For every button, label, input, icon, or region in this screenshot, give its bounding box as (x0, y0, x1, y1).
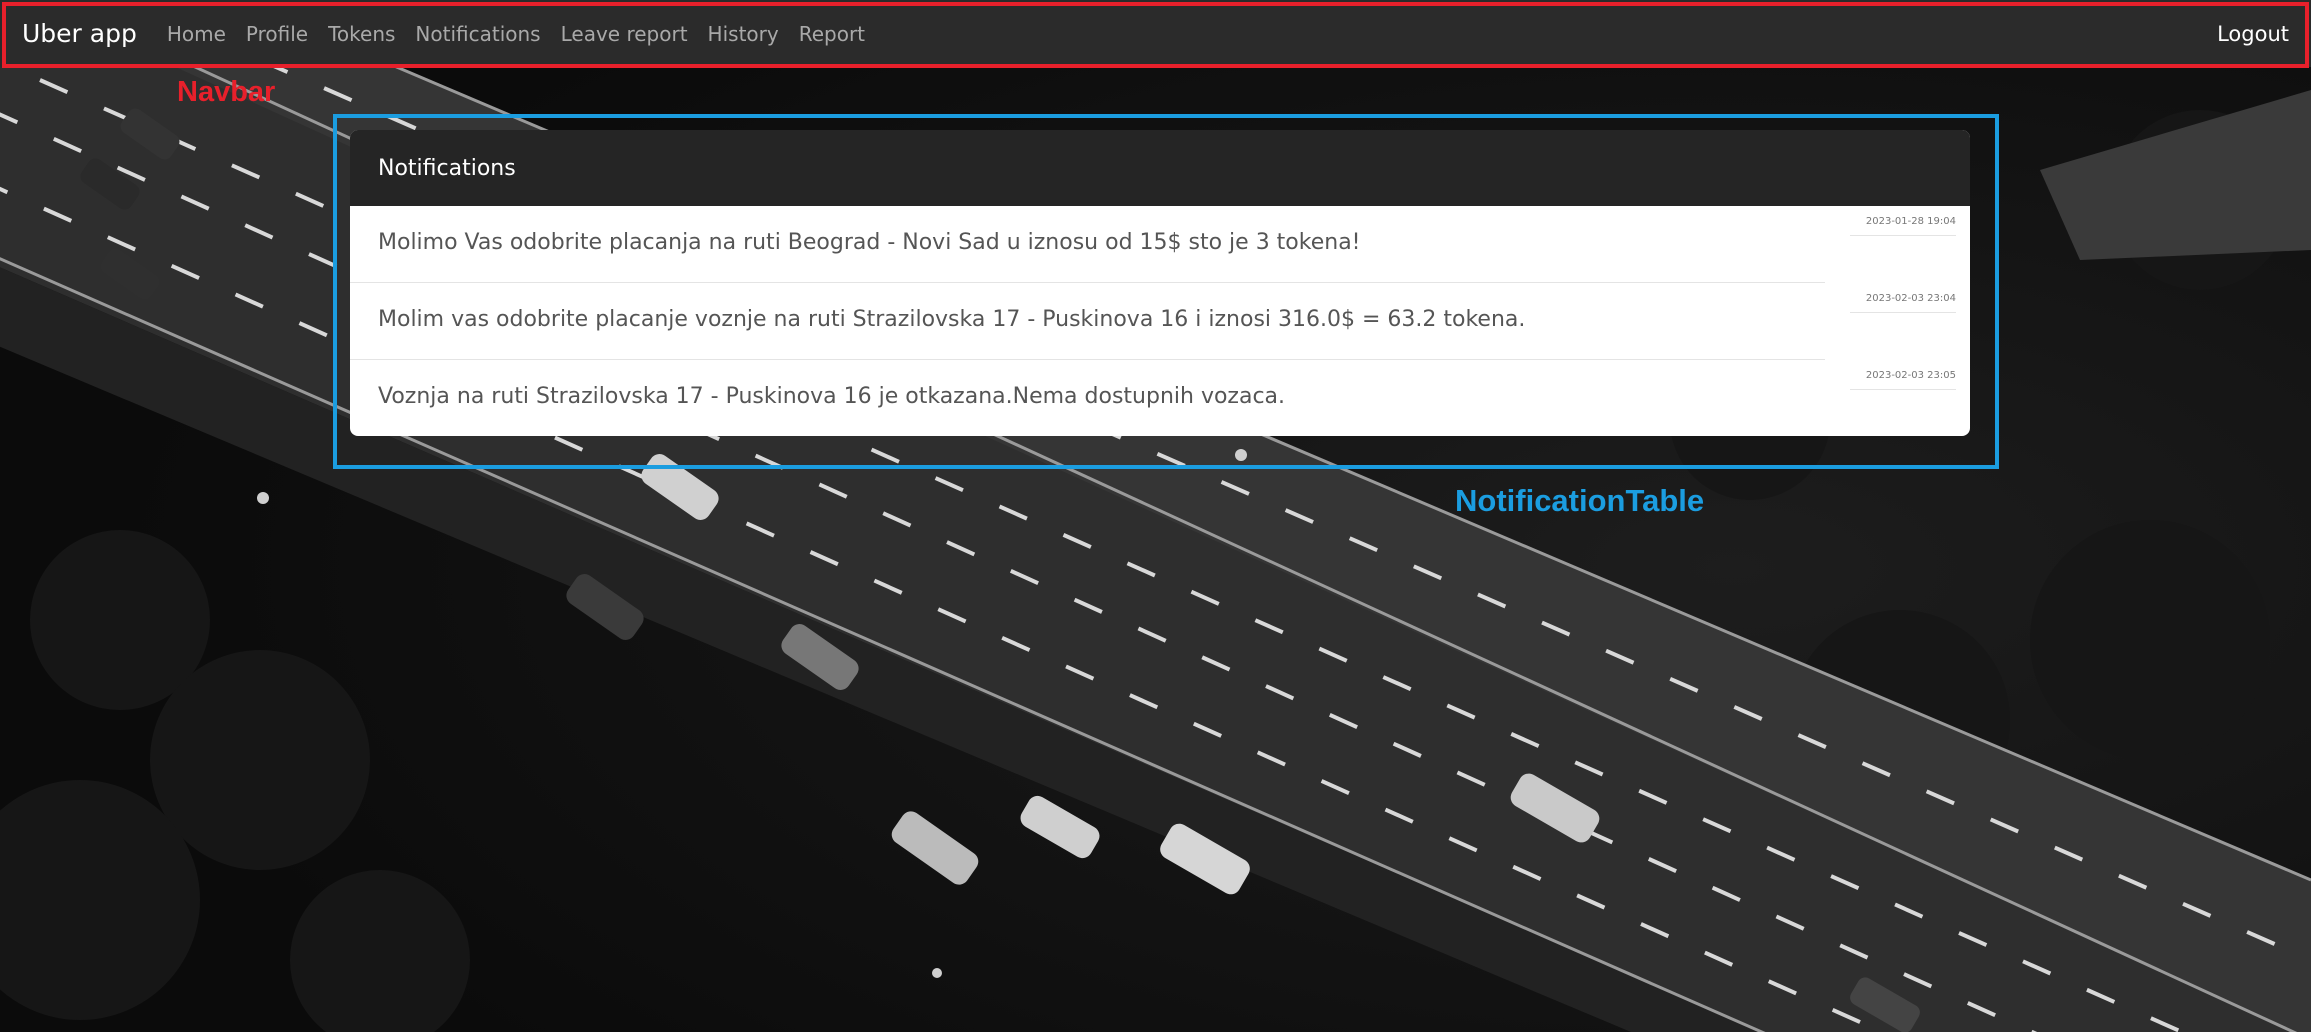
notification-text: Voznja na ruti Strazilovska 17 - Puskino… (378, 384, 1286, 409)
nav-link-profile[interactable]: Profile (246, 22, 308, 46)
row-divider-gap (1825, 359, 1970, 361)
notification-timestamp: 2023-01-28 19:04 (1850, 216, 1956, 236)
notification-table-header: Notifications (350, 130, 1970, 206)
notification-text: Molim vas odobrite placanje voznje na ru… (378, 307, 1526, 332)
notification-timestamp: 2023-02-03 23:04 (1850, 293, 1956, 313)
notification-table: Notifications Molimo Vas odobrite placan… (350, 130, 1970, 436)
nav-links: Home Profile Tokens Notifications Leave … (167, 22, 885, 46)
notification-row: Molim vas odobrite placanje voznje na ru… (350, 282, 1970, 359)
nav-link-notifications[interactable]: Notifications (415, 22, 540, 46)
row-divider-gap (1825, 282, 1970, 284)
notification-table-annotation-label: NotificationTable (1455, 483, 1705, 518)
nav-link-tokens[interactable]: Tokens (328, 22, 395, 46)
notification-row: Voznja na ruti Strazilovska 17 - Puskino… (350, 359, 1970, 436)
logout-link[interactable]: Logout (2217, 22, 2289, 46)
notification-text: Molimo Vas odobrite placanja na ruti Beo… (378, 230, 1361, 255)
navbar: Uber app Home Profile Tokens Notificatio… (0, 0, 2311, 67)
nav-link-history[interactable]: History (708, 22, 779, 46)
nav-link-report[interactable]: Report (799, 22, 865, 46)
notification-timestamp: 2023-02-03 23:05 (1850, 370, 1956, 390)
nav-link-home[interactable]: Home (167, 22, 226, 46)
nav-link-leave-report[interactable]: Leave report (561, 22, 688, 46)
notification-row: Molimo Vas odobrite placanja na ruti Beo… (350, 206, 1970, 282)
brand-logo[interactable]: Uber app (22, 19, 137, 48)
navbar-annotation-label: Navbar (177, 76, 276, 108)
notification-table-title: Notifications (378, 155, 516, 181)
